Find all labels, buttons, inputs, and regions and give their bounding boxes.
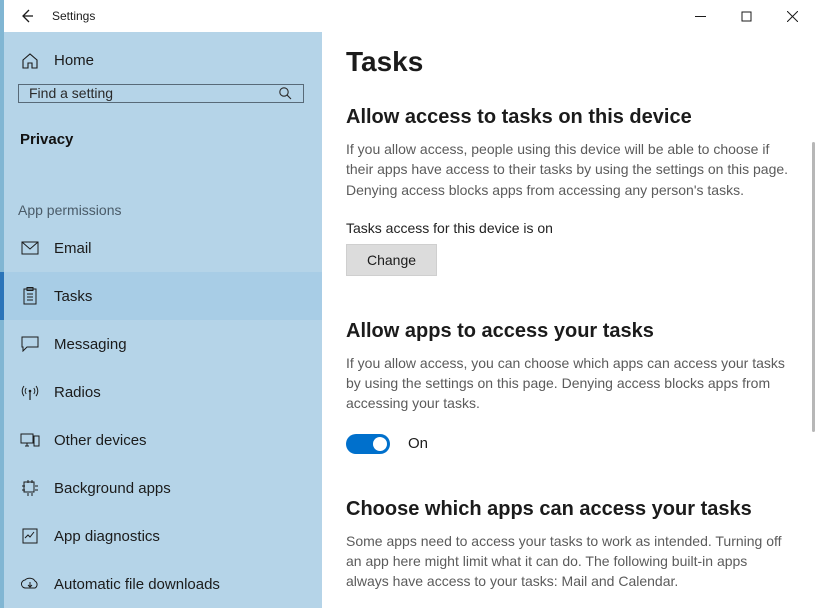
sidebar-nav-list: Email Tasks Messaging Radios xyxy=(0,224,322,608)
section-title: Allow access to tasks on this device xyxy=(346,106,793,129)
section-title: Choose which apps can access your tasks xyxy=(346,498,793,521)
section-device-access: Allow access to tasks on this device If … xyxy=(346,106,793,276)
sidebar-subgroup: App permissions xyxy=(18,202,322,218)
sidebar-home-label: Home xyxy=(54,52,94,69)
messaging-icon xyxy=(20,336,40,352)
section-description: If you allow access, you can choose whic… xyxy=(346,353,793,414)
search-placeholder: Find a setting xyxy=(29,85,278,101)
sidebar: Home Find a setting Privacy App permissi… xyxy=(0,32,322,608)
download-icon xyxy=(20,575,40,593)
sidebar-item-label: App diagnostics xyxy=(54,528,160,545)
sidebar-item-label: Email xyxy=(54,240,92,257)
app-diagnostics-icon xyxy=(20,527,40,545)
sidebar-item-label: Background apps xyxy=(54,480,171,497)
sidebar-item-email[interactable]: Email xyxy=(0,224,322,272)
section-description: If you allow access, people using this d… xyxy=(346,139,793,200)
close-button[interactable] xyxy=(769,0,815,32)
section-description: Some apps need to access your tasks to w… xyxy=(346,531,793,592)
maximize-icon xyxy=(741,11,752,22)
back-button[interactable] xyxy=(6,0,48,32)
section-title: Allow apps to access your tasks xyxy=(346,320,793,343)
left-accent-strip-top xyxy=(0,0,4,32)
window-title: Settings xyxy=(52,9,95,23)
close-icon xyxy=(787,11,798,22)
background-apps-icon xyxy=(20,479,40,497)
sidebar-item-label: Messaging xyxy=(54,336,127,353)
toggle-thumb xyxy=(373,437,387,451)
sidebar-item-label: Radios xyxy=(54,384,101,401)
sidebar-item-label: Tasks xyxy=(54,288,92,305)
sidebar-item-auto-file-downloads[interactable]: Automatic file downloads xyxy=(0,560,322,608)
search-input[interactable]: Find a setting xyxy=(18,84,304,103)
section-choose-apps: Choose which apps can access your tasks … xyxy=(346,498,793,592)
home-icon xyxy=(20,52,40,70)
search-icon xyxy=(278,86,293,101)
tasks-icon xyxy=(20,287,40,305)
arrow-left-icon xyxy=(19,8,35,24)
toggle-label: On xyxy=(408,435,428,452)
radios-icon xyxy=(20,383,40,401)
sidebar-home[interactable]: Home xyxy=(0,50,322,72)
other-devices-icon xyxy=(20,432,40,448)
sidebar-item-messaging[interactable]: Messaging xyxy=(0,320,322,368)
maximize-button[interactable] xyxy=(723,0,769,32)
sidebar-item-background-apps[interactable]: Background apps xyxy=(0,464,322,512)
email-icon xyxy=(20,241,40,255)
titlebar: Settings xyxy=(0,0,815,32)
minimize-icon xyxy=(695,11,706,22)
sidebar-item-tasks[interactable]: Tasks xyxy=(0,272,322,320)
page-heading: Tasks xyxy=(346,46,793,78)
sidebar-item-other-devices[interactable]: Other devices xyxy=(0,416,322,464)
minimize-button[interactable] xyxy=(677,0,723,32)
sidebar-item-label: Automatic file downloads xyxy=(54,576,220,593)
content-pane: Tasks Allow access to tasks on this devi… xyxy=(322,32,815,608)
change-button[interactable]: Change xyxy=(346,244,437,276)
device-access-status: Tasks access for this device is on xyxy=(346,220,793,236)
sidebar-item-radios[interactable]: Radios xyxy=(0,368,322,416)
sidebar-category: Privacy xyxy=(20,131,322,148)
section-app-access: Allow apps to access your tasks If you a… xyxy=(346,320,793,454)
sidebar-item-app-diagnostics[interactable]: App diagnostics xyxy=(0,512,322,560)
sidebar-item-label: Other devices xyxy=(54,432,147,449)
app-access-toggle[interactable] xyxy=(346,434,390,454)
